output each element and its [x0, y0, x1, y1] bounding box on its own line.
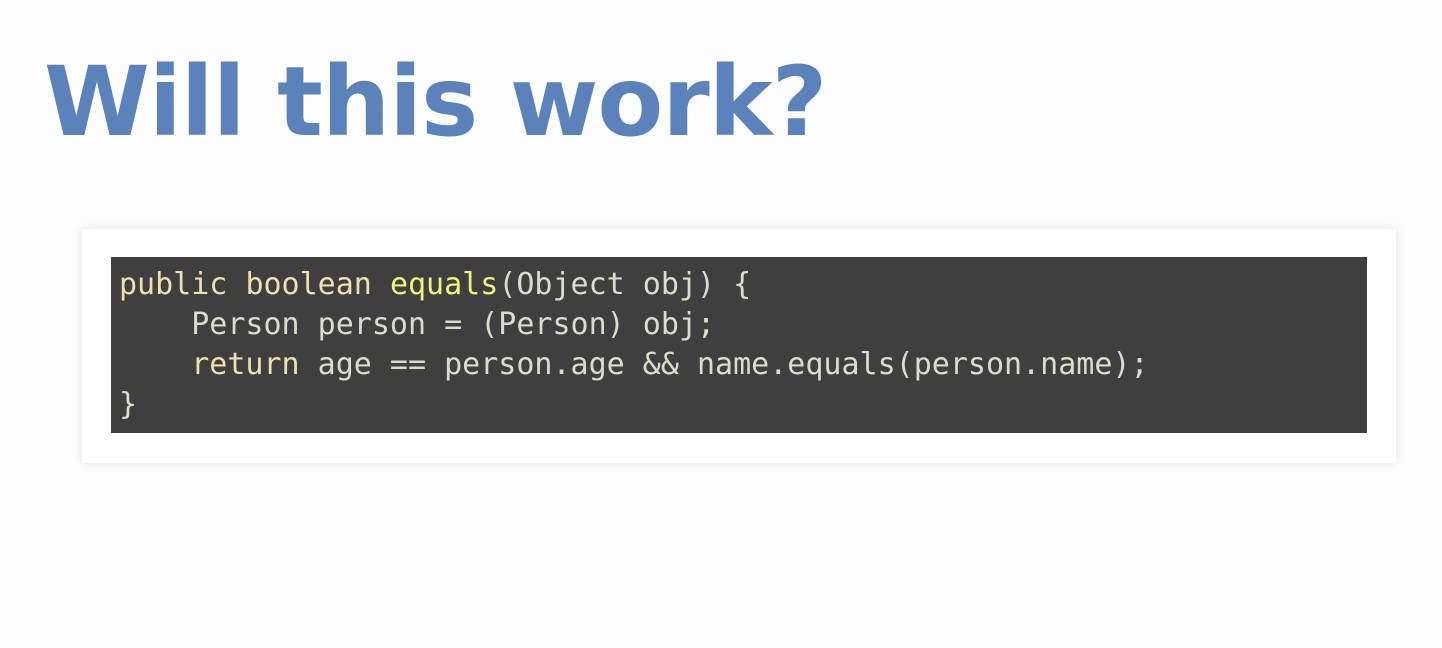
code-keyword-public: public [119, 267, 228, 302]
slide-title: Will this work? [44, 46, 827, 158]
code-line-3: return age == person.age && name.equals(… [119, 345, 1149, 385]
code-signature-rest: (Object obj) { [498, 267, 752, 302]
code-line-1: public boolean equals(Object obj) { [119, 265, 751, 305]
code-block: public boolean equals(Object obj) { Pers… [111, 257, 1367, 433]
code-line-4: } [119, 387, 138, 422]
code-return-expression: age == person.age && name.equals(person.… [299, 347, 1149, 382]
code-line-2: Person person = (Person) obj; [119, 307, 716, 342]
code-card: public boolean equals(Object obj) { Pers… [82, 229, 1396, 463]
code-function-name: equals [389, 267, 499, 302]
code-keyword-return: return [191, 347, 300, 382]
code-keyword-boolean: boolean [245, 267, 372, 302]
